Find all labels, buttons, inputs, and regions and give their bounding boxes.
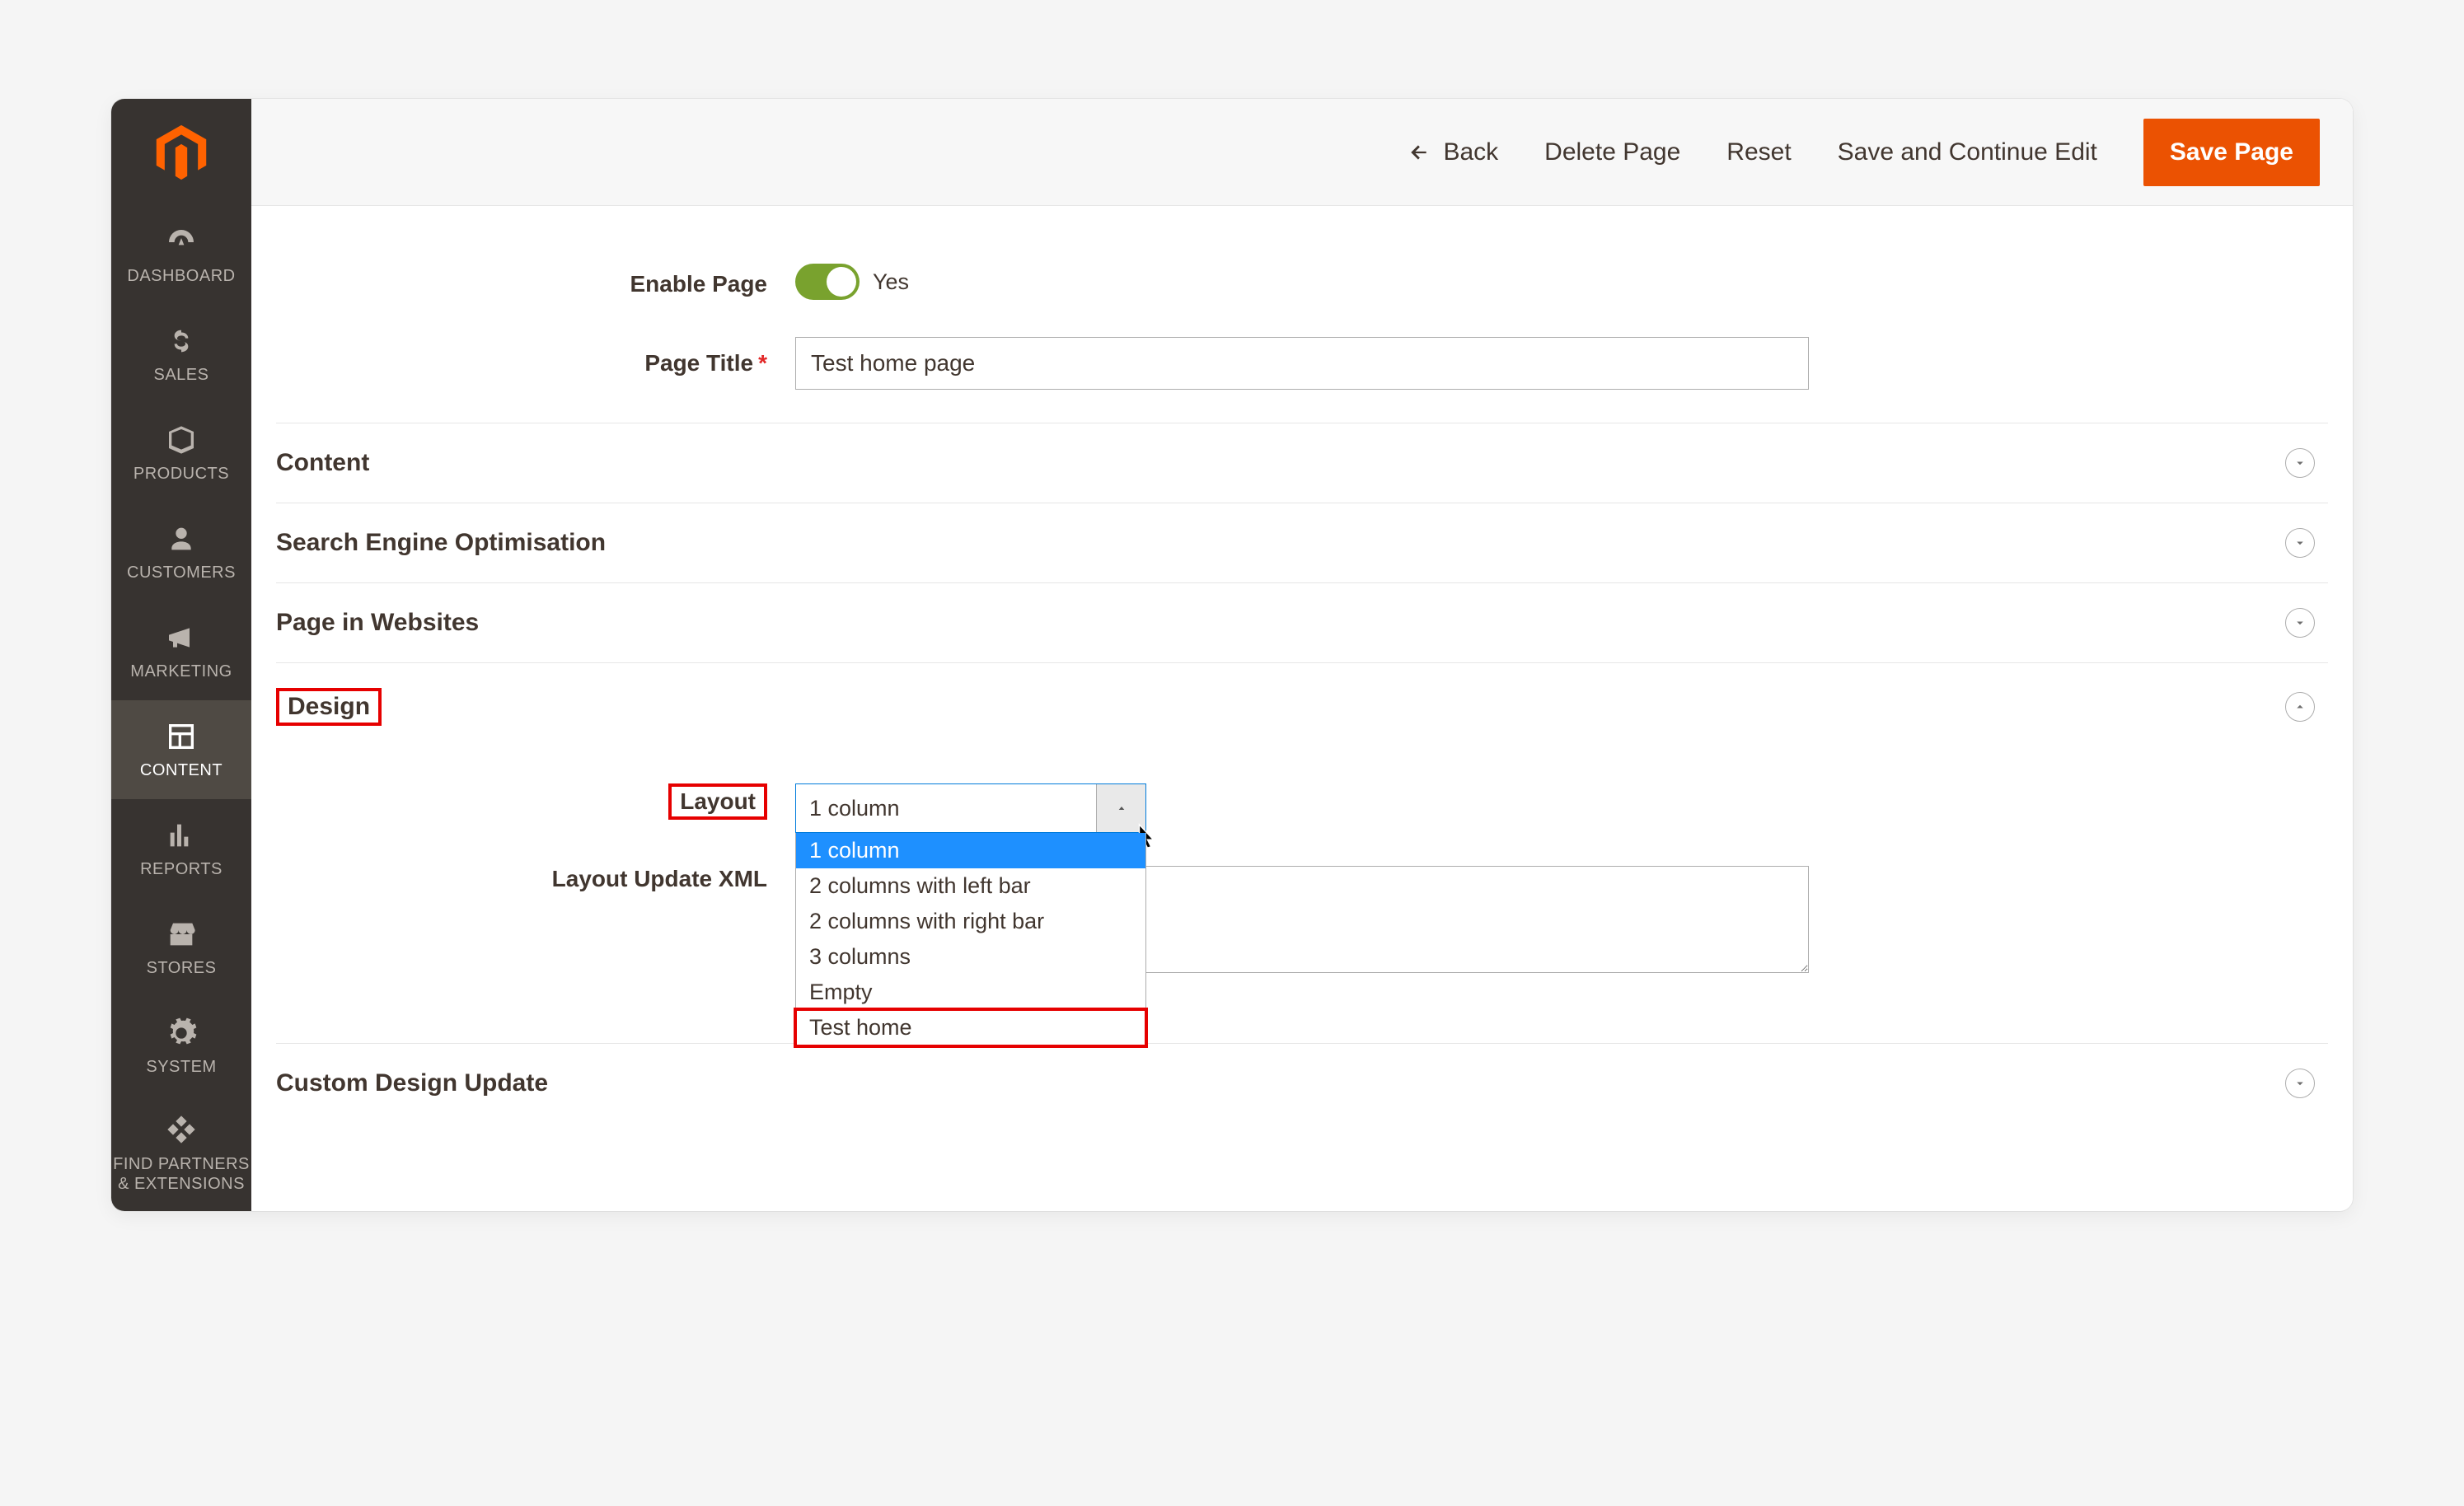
magento-logo [111, 99, 251, 206]
back-button[interactable]: Back [1408, 138, 1498, 166]
layout-xml-label: Layout Update XML [552, 866, 767, 891]
fieldset-content[interactable]: Content [276, 423, 2328, 503]
highlight-design: Design [276, 688, 382, 726]
nav-label: REPORTS [140, 860, 223, 879]
fieldset-title: Custom Design Update [276, 1069, 548, 1097]
nav-reports[interactable]: REPORTS [111, 799, 251, 898]
nav-marketing[interactable]: MARKETING [111, 601, 251, 700]
box-icon [165, 423, 198, 456]
nav-label: STORES [147, 959, 217, 978]
nav-find-partners[interactable]: FIND PARTNERS & EXTENSIONS [111, 1096, 251, 1211]
layout-option[interactable]: 3 columns [796, 939, 1145, 975]
person-icon [165, 522, 198, 555]
fieldset-seo[interactable]: Search Engine Optimisation [276, 503, 2328, 582]
save-page-button[interactable]: Save Page [2143, 119, 2320, 186]
admin-sidebar: DASHBOARD SALES PRODUCTS CUSTOMERS MARKE… [111, 99, 251, 1211]
nav-system[interactable]: SYSTEM [111, 997, 251, 1096]
partners-icon [165, 1113, 198, 1146]
page-title-input[interactable] [795, 337, 1809, 390]
fieldset-title: Page in Websites [276, 609, 479, 637]
nav-content[interactable]: CONTENT [111, 700, 251, 799]
enable-page-toggle[interactable]: Yes [795, 264, 909, 300]
delete-page-button[interactable]: Delete Page [1544, 138, 1680, 166]
layout-label: Layout [680, 788, 756, 814]
layout-option[interactable]: 2 columns with left bar [796, 868, 1145, 904]
nav-label: DASHBOARD [127, 267, 235, 286]
layout-dropdown-button[interactable] [1096, 784, 1145, 832]
fieldset-title: Design [288, 693, 370, 720]
nav-products[interactable]: PRODUCTS [111, 404, 251, 503]
dashboard-icon [165, 226, 198, 259]
layout-option[interactable]: Empty [796, 975, 1145, 1010]
highlight-layout-label: Layout [668, 783, 767, 820]
expand-icon [2285, 448, 2315, 478]
nav-sales[interactable]: SALES [111, 305, 251, 404]
layout-option[interactable]: 2 columns with right bar [796, 904, 1145, 939]
megaphone-icon [165, 621, 198, 654]
dollar-icon [165, 325, 198, 358]
back-label: Back [1443, 138, 1498, 166]
page-title-label: Page Title* [276, 350, 795, 376]
nav-label: MARKETING [130, 662, 232, 681]
nav-label: CUSTOMERS [127, 564, 236, 582]
save-continue-button[interactable]: Save and Continue Edit [1838, 138, 2097, 166]
nav-label: SYSTEM [146, 1058, 216, 1077]
layout-dropdown-list: 1 column 2 columns with left bar 2 colum… [795, 833, 1146, 1046]
fieldset-custom-design[interactable]: Custom Design Update [276, 1044, 2328, 1123]
nav-label: SALES [154, 366, 209, 385]
toggle-state: Yes [873, 269, 909, 295]
nav-label: CONTENT [140, 761, 223, 780]
main-content: Back Delete Page Reset Save and Continue… [251, 99, 2353, 1211]
reset-button[interactable]: Reset [1726, 138, 1791, 166]
nav-dashboard[interactable]: DASHBOARD [111, 206, 251, 305]
chart-icon [165, 819, 198, 852]
required-asterisk: * [758, 350, 767, 376]
layout-icon [165, 720, 198, 753]
triangle-up-icon [1115, 802, 1128, 815]
arrow-left-icon [1408, 142, 1430, 163]
enable-page-label: Enable Page [276, 271, 795, 297]
layout-selected-value: 1 column [796, 796, 1096, 821]
fieldset-design[interactable]: Design [276, 663, 2328, 751]
layout-option-highlighted[interactable]: Test home [796, 1010, 1145, 1045]
expand-icon [2285, 528, 2315, 558]
expand-icon [2285, 608, 2315, 638]
fieldset-page-in-websites[interactable]: Page in Websites [276, 583, 2328, 662]
collapse-icon [2285, 692, 2315, 722]
nav-stores[interactable]: STORES [111, 898, 251, 997]
layout-option[interactable]: 1 column [796, 833, 1145, 868]
fieldset-title: Content [276, 449, 369, 477]
layout-select[interactable]: 1 column 1 column [795, 783, 1146, 833]
store-icon [165, 918, 198, 951]
gear-icon [165, 1017, 198, 1050]
nav-customers[interactable]: CUSTOMERS [111, 503, 251, 601]
page-actions-toolbar: Back Delete Page Reset Save and Continue… [251, 99, 2353, 206]
expand-icon [2285, 1069, 2315, 1098]
nav-label: FIND PARTNERS & EXTENSIONS [111, 1154, 251, 1194]
nav-label: PRODUCTS [134, 465, 229, 484]
fieldset-title: Search Engine Optimisation [276, 529, 606, 557]
